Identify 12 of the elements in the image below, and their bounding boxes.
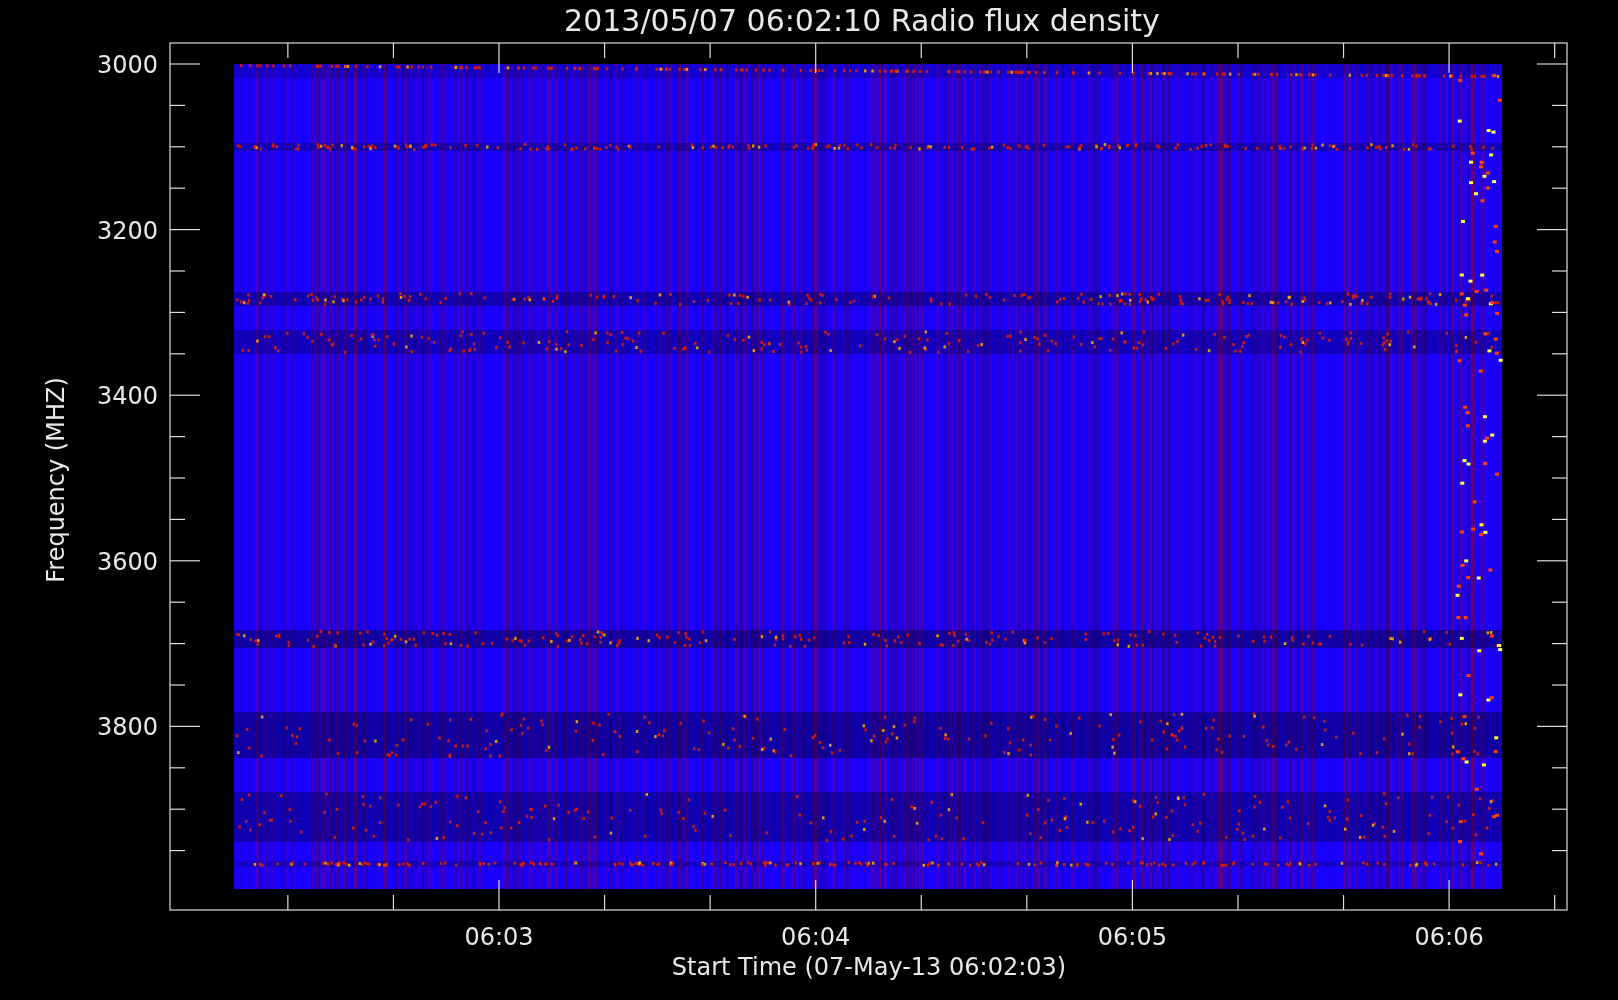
x-tick-label: 06:06 [1414,923,1484,951]
y-tick-label: 3800 [96,713,158,742]
chart-title: 2013/05/07 06:02:10 Radio flux density [564,3,1160,38]
x-tick-label: 06:03 [464,923,534,951]
x-tick-label: 06:04 [781,923,851,951]
y-tick-label: 3400 [96,382,158,411]
y-tick-label: 3200 [96,216,158,245]
y-axis-label: Frequency (MHZ) [42,377,70,583]
y-tick-label: 3600 [96,547,158,576]
x-tick-label: 06:05 [1097,923,1167,951]
y-tick-label: 3000 [96,51,158,79]
x-axis-label: Start Time (07-May-13 06:02:03) [671,953,1067,981]
